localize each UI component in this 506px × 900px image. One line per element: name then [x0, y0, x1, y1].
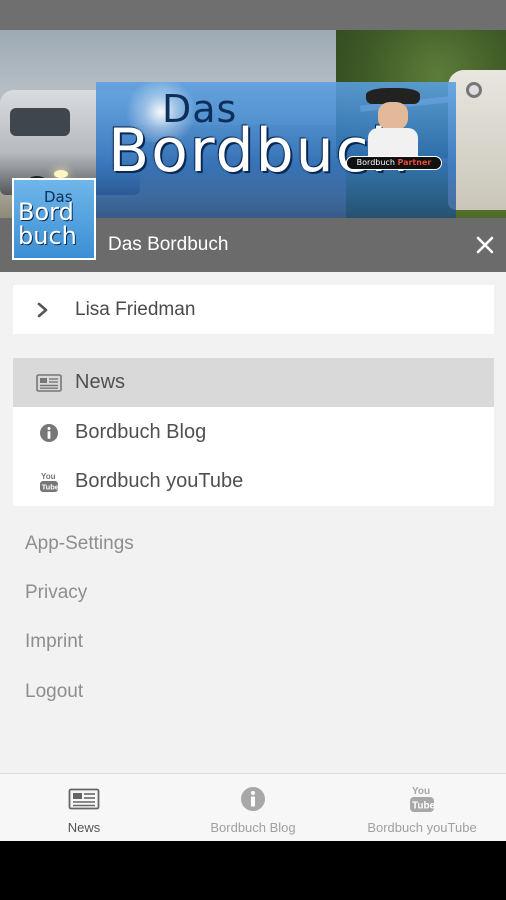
system-navigation-bar [0, 841, 506, 900]
youtube-icon: You Tube [409, 785, 435, 813]
app-title: Das Bordbuch [108, 234, 229, 255]
mascot-face [378, 102, 408, 130]
tab-youtube[interactable]: You Tube Bordbuch youTube [338, 774, 506, 842]
tab-label: News [67, 820, 101, 835]
imprint-link[interactable]: Imprint [25, 631, 83, 653]
menu-item-youtube[interactable]: You Tube Bordbuch youTube [13, 457, 494, 506]
menu-item-blog[interactable]: Bordbuch Blog [13, 408, 494, 457]
banner-logo: Das Bordbuch Bordbuch Partner [96, 82, 456, 218]
menu-item-label: News [75, 371, 126, 393]
status-bar [0, 0, 506, 30]
partner-badge-prefix: Bordbuch [356, 158, 395, 167]
partner-badge: Bordbuch Partner [346, 156, 442, 170]
mascot-illustration [358, 88, 428, 158]
user-name: Lisa Friedman [75, 298, 196, 320]
privacy-link[interactable]: Privacy [25, 582, 87, 604]
logout-link[interactable]: Logout [25, 681, 83, 703]
menu-item-news[interactable]: News [13, 358, 494, 407]
motorhome-window [10, 108, 70, 136]
svg-text:You: You [412, 786, 430, 797]
partner-badge-suffix: Partner [397, 158, 432, 167]
motorhome-headlight [54, 170, 68, 178]
mascot-body [368, 128, 418, 158]
newspaper-icon [68, 785, 100, 813]
svg-text:You: You [41, 472, 56, 481]
newspaper-icon [29, 373, 69, 392]
menu-item-label: Bordbuch Blog [75, 421, 207, 443]
svg-text:Tube: Tube [412, 801, 435, 812]
menu-item-label: Bordbuch youTube [75, 470, 244, 492]
svg-text:Tube: Tube [42, 482, 59, 491]
app-logo-line3: buch [18, 222, 77, 250]
close-button[interactable] [470, 230, 500, 260]
banner-caravan [448, 70, 506, 210]
close-icon [476, 236, 494, 254]
app-settings-link[interactable]: App-Settings [25, 533, 134, 555]
tab-blog[interactable]: Bordbuch Blog [169, 774, 337, 842]
chevron-right-icon [35, 302, 61, 318]
tab-label: Bordbuch Blog [210, 820, 296, 835]
tab-label: Bordbuch youTube [367, 820, 477, 835]
bottom-tab-bar: News Bordbuch Blog You Tube Bordbuch you… [0, 773, 506, 841]
menu-list: News Bordbuch Blog You Tube Bordbuch you… [13, 358, 494, 506]
tab-news[interactable]: News [0, 774, 168, 842]
caravan-porthole [466, 82, 482, 98]
youtube-icon: You Tube [29, 471, 69, 493]
user-profile-item[interactable]: Lisa Friedman [13, 285, 494, 334]
app-logo: Das Bord buch [12, 178, 96, 260]
info-icon [29, 423, 69, 443]
info-icon [240, 785, 266, 813]
